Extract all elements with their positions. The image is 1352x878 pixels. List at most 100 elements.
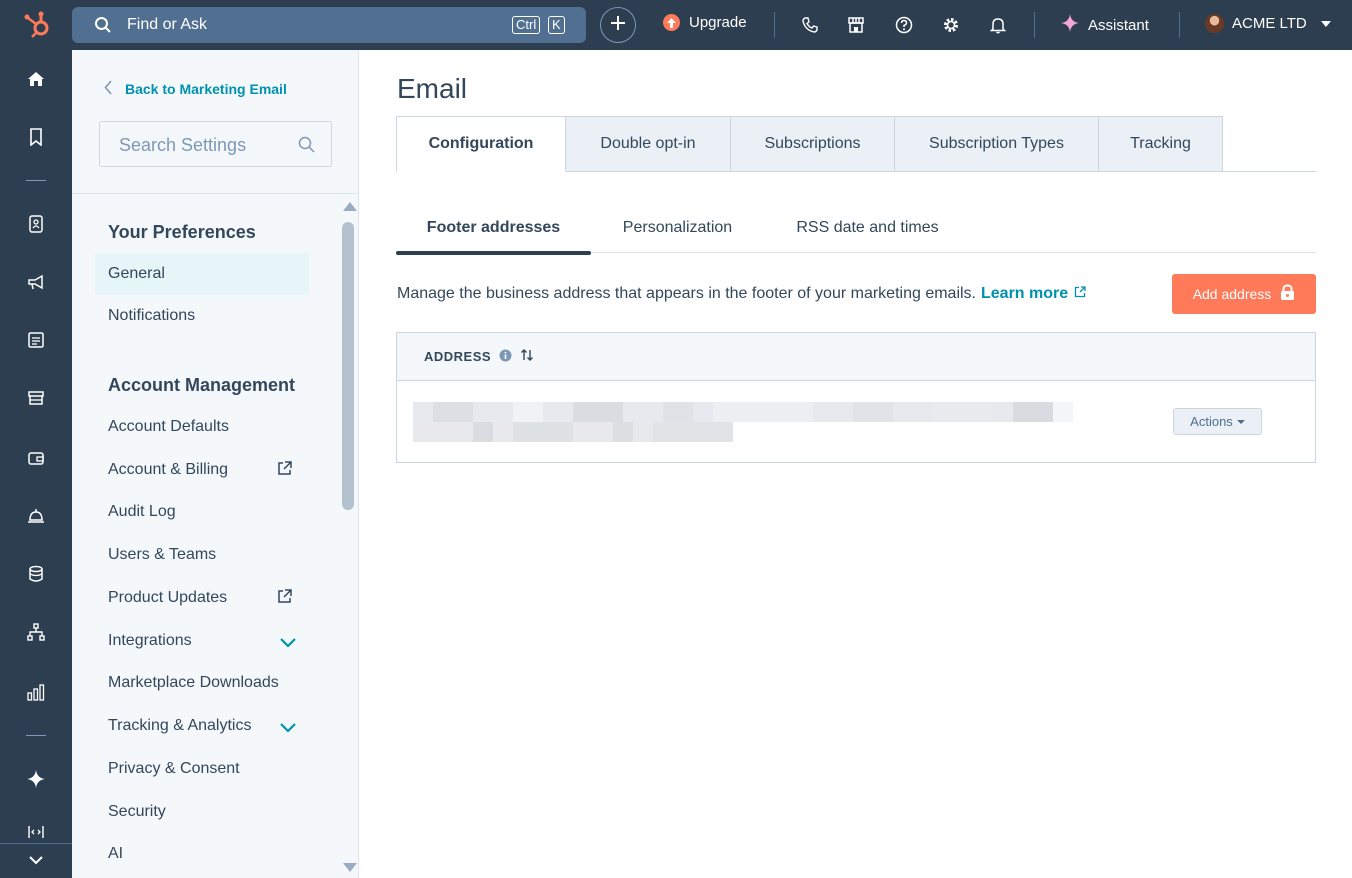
scroll-down-arrow-icon[interactable] bbox=[343, 863, 357, 872]
primary-tabs: Configuration Double opt-in Subscription… bbox=[396, 116, 1223, 172]
search-icon bbox=[94, 16, 112, 39]
sidebar-scrollbar[interactable] bbox=[340, 200, 357, 878]
global-nav-rail bbox=[0, 50, 72, 878]
commerce-icon[interactable] bbox=[26, 388, 46, 408]
table-header: ADDRESS bbox=[397, 333, 1315, 381]
chevron-down-icon bbox=[28, 852, 44, 870]
plus-icon bbox=[610, 15, 626, 36]
divider bbox=[1034, 12, 1035, 38]
sidebar-item-account-billing[interactable]: Account & Billing bbox=[95, 449, 309, 491]
top-nav-bar: Find or Ask Ctrl K Upgrade Assistant ACM… bbox=[0, 0, 1352, 50]
chevron-down-icon[interactable] bbox=[279, 720, 297, 738]
tab-tracking[interactable]: Tracking bbox=[1099, 116, 1223, 172]
sidebar-item-label: Audit Log bbox=[108, 503, 176, 520]
assistant-label: Assistant bbox=[1088, 16, 1149, 34]
sort-icon[interactable] bbox=[520, 348, 534, 365]
help-icon[interactable] bbox=[894, 15, 914, 35]
sidebar-item-label: Privacy & Consent bbox=[108, 760, 240, 777]
hubspot-logo-icon[interactable] bbox=[22, 10, 54, 40]
developer-icon[interactable] bbox=[26, 826, 46, 838]
sidebar-item-marketplace-downloads[interactable]: Marketplace Downloads bbox=[95, 662, 309, 704]
settings-search-input[interactable]: Search Settings bbox=[99, 121, 332, 167]
subtab-personalization[interactable]: Personalization bbox=[591, 200, 764, 255]
upgrade-button[interactable]: Upgrade bbox=[663, 14, 747, 31]
sidebar-item-label: AI bbox=[108, 845, 124, 862]
sidebar-item-label: Marketplace Downloads bbox=[108, 674, 279, 691]
expand-nav-button[interactable] bbox=[0, 843, 72, 878]
back-to-marketing-email-link[interactable]: Back to Marketing Email bbox=[104, 80, 287, 98]
data-icon[interactable] bbox=[26, 564, 46, 584]
chevron-down-icon[interactable] bbox=[279, 635, 297, 653]
description: Manage the business address that appears… bbox=[397, 285, 1086, 303]
shortcut-ctrl-key: Ctrl bbox=[512, 16, 541, 34]
tab-double-opt-in[interactable]: Double opt-in bbox=[566, 116, 731, 172]
sidebar-item-label: Notifications bbox=[108, 307, 196, 324]
chevron-down-icon bbox=[1320, 20, 1331, 27]
search-icon bbox=[298, 136, 315, 158]
automation-icon[interactable] bbox=[26, 622, 46, 642]
subtab-footer-addresses[interactable]: Footer addresses bbox=[396, 200, 591, 255]
table-row: Actions bbox=[397, 381, 1315, 462]
ai-icon[interactable] bbox=[26, 769, 46, 789]
marketing-icon[interactable] bbox=[26, 272, 46, 292]
sidebar-item-label: Account Defaults bbox=[108, 418, 229, 435]
create-new-button[interactable] bbox=[600, 7, 636, 43]
tab-configuration[interactable]: Configuration bbox=[396, 116, 566, 172]
info-icon[interactable] bbox=[499, 349, 512, 365]
marketplace-icon[interactable] bbox=[846, 15, 866, 35]
tab-subscriptions[interactable]: Subscriptions bbox=[731, 116, 895, 172]
divider bbox=[26, 735, 46, 736]
add-address-label: Add address bbox=[1192, 286, 1272, 302]
sidebar-item-account-defaults[interactable]: Account Defaults bbox=[95, 406, 309, 448]
search-placeholder: Search Settings bbox=[119, 135, 247, 155]
settings-icon[interactable] bbox=[941, 15, 961, 35]
actions-dropdown-button[interactable]: Actions bbox=[1173, 408, 1262, 435]
assistant-button[interactable]: Assistant bbox=[1061, 14, 1149, 36]
actions-label: Actions bbox=[1190, 414, 1233, 429]
search-label: Find or Ask bbox=[127, 16, 208, 33]
upgrade-label: Upgrade bbox=[689, 14, 747, 31]
home-icon[interactable] bbox=[26, 69, 46, 89]
sidebar-item-integrations[interactable]: Integrations bbox=[95, 620, 309, 662]
divider bbox=[774, 12, 775, 38]
contacts-icon[interactable] bbox=[26, 214, 46, 234]
tab-subscription-types[interactable]: Subscription Types bbox=[895, 116, 1099, 172]
sidebar-item-tracking-analytics[interactable]: Tracking & Analytics bbox=[95, 705, 309, 747]
bookmark-icon[interactable] bbox=[26, 127, 46, 147]
account-name: ACME LTD bbox=[1232, 15, 1307, 32]
sidebar-item-label: Tracking & Analytics bbox=[108, 717, 252, 734]
back-link-label: Back to Marketing Email bbox=[125, 81, 287, 97]
global-search-bar[interactable]: Find or Ask Ctrl K bbox=[72, 7, 586, 43]
sidebar-item-general[interactable]: General bbox=[95, 253, 309, 295]
address-column-header[interactable]: ADDRESS bbox=[424, 349, 491, 364]
sidebar-item-label: Users & Teams bbox=[108, 546, 217, 563]
divider bbox=[1179, 12, 1180, 38]
scrollbar-thumb[interactable] bbox=[342, 222, 354, 510]
sidebar-item-notifications[interactable]: Notifications bbox=[95, 295, 309, 337]
account-menu[interactable]: ACME LTD bbox=[1205, 14, 1331, 33]
phone-icon[interactable] bbox=[800, 15, 820, 35]
section-heading-your-preferences: Your Preferences bbox=[108, 222, 256, 242]
sidebar-item-security[interactable]: Security bbox=[95, 791, 309, 833]
sidebar-item-audit-log[interactable]: Audit Log bbox=[95, 491, 309, 533]
payments-icon[interactable] bbox=[26, 448, 46, 468]
reporting-icon[interactable] bbox=[26, 682, 46, 702]
sidebar-item-privacy-consent[interactable]: Privacy & Consent bbox=[95, 748, 309, 790]
section-heading-account-management: Account Management bbox=[108, 375, 296, 395]
address-table: ADDRESS Actions bbox=[396, 332, 1316, 463]
sidebar-item-label: Integrations bbox=[108, 632, 192, 649]
subtab-rss-date-and-times[interactable]: RSS date and times bbox=[764, 200, 971, 255]
content-icon[interactable] bbox=[26, 330, 46, 350]
service-icon[interactable] bbox=[26, 506, 46, 526]
sidebar-item-ai[interactable]: AI bbox=[95, 833, 309, 875]
learn-more-link[interactable]: Learn more bbox=[981, 285, 1068, 303]
avatar bbox=[1205, 14, 1224, 33]
sidebar-item-label: Security bbox=[108, 803, 166, 820]
notifications-icon[interactable] bbox=[988, 15, 1008, 35]
sidebar-item-product-updates[interactable]: Product Updates bbox=[95, 577, 309, 619]
upgrade-icon bbox=[663, 14, 680, 31]
scroll-up-arrow-icon[interactable] bbox=[343, 202, 357, 211]
redacted-address-image bbox=[413, 402, 1073, 447]
add-address-button[interactable]: Add address bbox=[1172, 274, 1316, 314]
sidebar-item-users-teams[interactable]: Users & Teams bbox=[95, 534, 309, 576]
